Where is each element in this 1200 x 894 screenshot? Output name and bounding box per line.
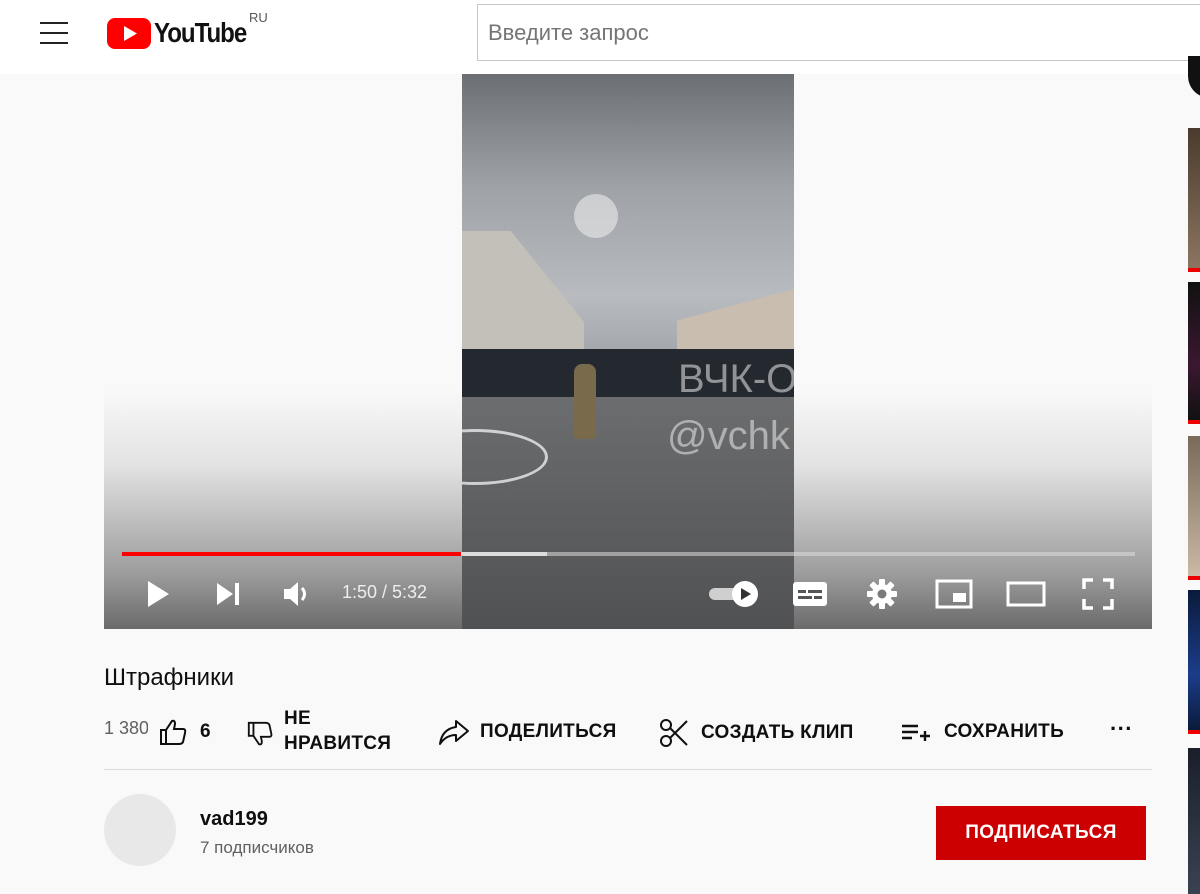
progress-played — [122, 552, 462, 556]
video-frame: ВЧК-О @vchk — [462, 74, 794, 629]
subtitles-button[interactable] — [790, 576, 830, 612]
logo-text: YouTube — [154, 17, 247, 48]
dislike-button[interactable]: НЕ НРАВИТСЯ — [246, 706, 391, 756]
theater-mode-button[interactable] — [1004, 576, 1048, 612]
save-label: СОХРАНИТЬ — [944, 721, 1065, 742]
share-label: ПОДЕЛИТЬСЯ — [480, 721, 617, 742]
autoplay-toggle[interactable] — [706, 576, 762, 612]
channel-name[interactable]: vad199 — [200, 808, 268, 831]
thumbs-down-icon — [247, 721, 273, 746]
masthead: YouTube RU — [0, 0, 1200, 74]
clip-label: СОЗДАТЬ КЛИП — [701, 722, 854, 743]
search-input[interactable] — [477, 4, 1200, 61]
video-player[interactable]: ВЧК-О @vchk 1:50 / 5:32 — [104, 74, 1152, 629]
more-actions-button[interactable]: ··· — [1110, 716, 1133, 742]
play-icon — [148, 581, 169, 607]
recommended-thumbnail[interactable] — [1188, 590, 1200, 734]
video-actions-bar: 1 380 6 НЕ НРАВИТСЯ ПОДЕЛИТЬСЯ СОЗДАТЬ К… — [104, 706, 1152, 758]
settings-button[interactable] — [864, 576, 900, 612]
recommended-thumbnail[interactable] — [1188, 748, 1200, 894]
time-display: 1:50 / 5:32 — [342, 582, 428, 602]
recommended-thumbnail[interactable] — [1188, 128, 1200, 272]
youtube-logo[interactable]: YouTube — [107, 17, 261, 49]
video-watermark-handle: @vchk — [667, 414, 790, 458]
view-count: 1 380 — [104, 718, 148, 738]
like-button[interactable]: 6 — [158, 718, 211, 746]
video-title: Штрафники — [104, 664, 234, 691]
more-icon: ··· — [1110, 716, 1133, 741]
clip-button[interactable]: СОЗДАТЬ КЛИП — [659, 718, 854, 748]
thumbs-up-icon — [160, 719, 187, 745]
region-code: RU — [249, 10, 268, 25]
subtitles-icon — [793, 582, 827, 606]
autoplay-toggle-icon — [709, 581, 758, 607]
channel-avatar[interactable] — [104, 794, 176, 866]
progress-bar[interactable] — [122, 552, 1135, 556]
share-button[interactable]: ПОДЕЛИТЬСЯ — [438, 718, 617, 746]
theater-mode-icon — [1006, 581, 1046, 607]
recommended-thumbnail[interactable] — [1188, 436, 1200, 580]
dislike-label-line2: НРАВИТСЯ — [284, 733, 392, 754]
miniplayer-button[interactable] — [934, 576, 974, 612]
play-button[interactable] — [142, 576, 174, 612]
share-icon — [439, 720, 469, 745]
video-watermark-name: ВЧК-О — [678, 357, 794, 401]
youtube-play-logo-icon — [107, 17, 151, 49]
divider — [104, 769, 1152, 770]
mute-button[interactable] — [280, 576, 314, 612]
dislike-label-line1: НЕ — [284, 708, 311, 729]
save-button[interactable]: СОХРАНИТЬ — [900, 718, 1064, 746]
next-button[interactable] — [212, 576, 244, 612]
menu-icon[interactable] — [40, 22, 68, 44]
fullscreen-icon — [1082, 578, 1114, 610]
subscriber-count: 7 подписчиков — [200, 838, 314, 857]
gear-icon — [867, 579, 897, 609]
subscribe-button[interactable]: ПОДПИСАТЬСЯ — [936, 806, 1146, 860]
volume-icon — [284, 582, 306, 606]
sidebar-chip[interactable] — [1188, 56, 1200, 98]
like-count: 6 — [200, 721, 211, 742]
fullscreen-button[interactable] — [1080, 576, 1116, 612]
skip-next-icon — [217, 583, 239, 605]
scissors-icon — [660, 719, 688, 747]
recommended-thumbnail[interactable] — [1188, 282, 1200, 424]
miniplayer-icon — [935, 579, 973, 609]
playlist-add-icon — [902, 724, 930, 741]
